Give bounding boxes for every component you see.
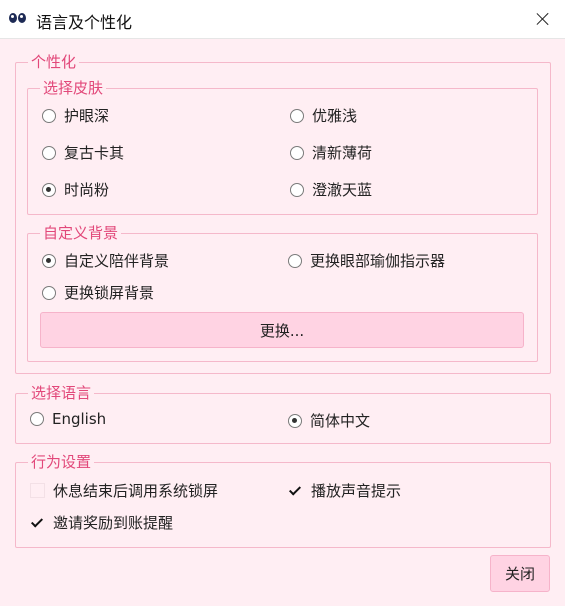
radio-label: 清新薄荷 [312, 144, 373, 162]
skin-option-fresh-mint[interactable]: 清新薄荷 [290, 142, 372, 163]
skin-option-elegant-light[interactable]: 优雅浅 [290, 105, 357, 126]
radio-icon [290, 145, 304, 160]
radio-icon [42, 285, 56, 300]
skin-option-fashion-pink[interactable]: 时尚粉 [42, 179, 109, 200]
background-option-companion[interactable]: 自定义陪伴背景 [42, 250, 169, 271]
custom-background-legend: 自定义背景 [43, 224, 119, 242]
language-option-english[interactable]: English [30, 410, 106, 428]
radio-icon [288, 253, 302, 268]
title-bar: 语言及个性化 [0, 0, 565, 39]
background-option-lock-screen[interactable]: 更换锁屏背景 [42, 282, 154, 303]
sound-alert-checkbox[interactable]: 播放声音提示 [288, 480, 401, 501]
radio-icon [288, 413, 302, 428]
radio-icon [42, 182, 56, 197]
checkmark-icon [288, 483, 303, 498]
checkmark-icon [30, 515, 45, 530]
close-button[interactable]: 关闭 [490, 555, 550, 592]
background-option-eye-yoga-indicator[interactable]: 更换眼部瑜伽指示器 [288, 250, 445, 271]
skin-option-retro-khaki[interactable]: 复古卡其 [42, 142, 124, 163]
radio-label: 更换锁屏背景 [64, 284, 155, 302]
radio-label: 护眼深 [64, 107, 110, 125]
checkbox-label: 播放声音提示 [311, 482, 402, 500]
window-title: 语言及个性化 [36, 13, 133, 32]
radio-icon [290, 108, 304, 123]
radio-icon [42, 253, 56, 268]
checkbox-label: 邀请奖励到账提醒 [53, 514, 174, 532]
change-background-button[interactable]: 更换... [40, 312, 524, 348]
language-option-simplified-chinese[interactable]: 简体中文 [288, 410, 370, 431]
skin-option-eye-dark[interactable]: 护眼深 [42, 105, 109, 126]
app-eyes-icon [8, 9, 28, 27]
personalization-legend: 个性化 [31, 53, 77, 71]
skin-option-clear-sky-blue[interactable]: 澄澈天蓝 [290, 179, 372, 200]
checkbox-label: 休息结束后调用系统锁屏 [53, 482, 219, 500]
radio-label: 澄澈天蓝 [312, 181, 373, 199]
radio-icon [42, 108, 56, 123]
checkbox-icon [30, 483, 45, 498]
radio-label: 时尚粉 [64, 181, 110, 199]
language-legend: 选择语言 [31, 384, 92, 402]
radio-icon [30, 412, 44, 426]
behavior-legend: 行为设置 [31, 453, 92, 471]
skin-legend: 选择皮肤 [43, 79, 104, 97]
radio-label: 自定义陪伴背景 [64, 252, 170, 270]
radio-icon [290, 182, 304, 197]
behavior-group: 行为设置 [15, 454, 551, 548]
lock-after-rest-checkbox[interactable]: 休息结束后调用系统锁屏 [30, 480, 218, 501]
radio-label: 优雅浅 [312, 107, 358, 125]
radio-label: 更换眼部瑜伽指示器 [310, 252, 446, 270]
radio-label: English [52, 410, 107, 428]
radio-icon [42, 145, 56, 160]
radio-label: 复古卡其 [64, 144, 125, 162]
invite-reward-checkbox[interactable]: 邀请奖励到账提醒 [30, 512, 173, 533]
radio-label: 简体中文 [310, 412, 371, 430]
close-icon[interactable] [528, 6, 558, 32]
